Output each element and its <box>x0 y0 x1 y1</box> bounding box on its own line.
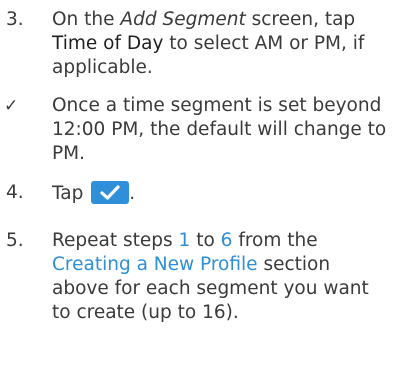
checkmark-icon <box>100 185 120 200</box>
note-text: Once a time segment is set beyond 12:00 … <box>52 95 387 164</box>
step-text: On the Add Segment screen, tap Time of D… <box>52 9 365 78</box>
option-name: Time of Day <box>52 33 164 54</box>
step-number: 4. <box>6 182 24 203</box>
creating-new-profile-link[interactable]: Creating a New Profile <box>52 254 258 275</box>
checkmark-icon: ✓ <box>4 96 19 116</box>
step-text: Repeat steps 1 to 6 from the Creating a … <box>52 230 369 323</box>
step-1-link[interactable]: 1 <box>179 230 191 251</box>
step-6-link[interactable]: 6 <box>221 230 233 251</box>
step-text: Tap . <box>52 181 136 204</box>
screen-name: Add Segment <box>120 9 246 30</box>
confirm-button[interactable] <box>91 181 130 204</box>
step-number: 5. <box>6 230 24 251</box>
step-number: 3. <box>6 9 24 30</box>
